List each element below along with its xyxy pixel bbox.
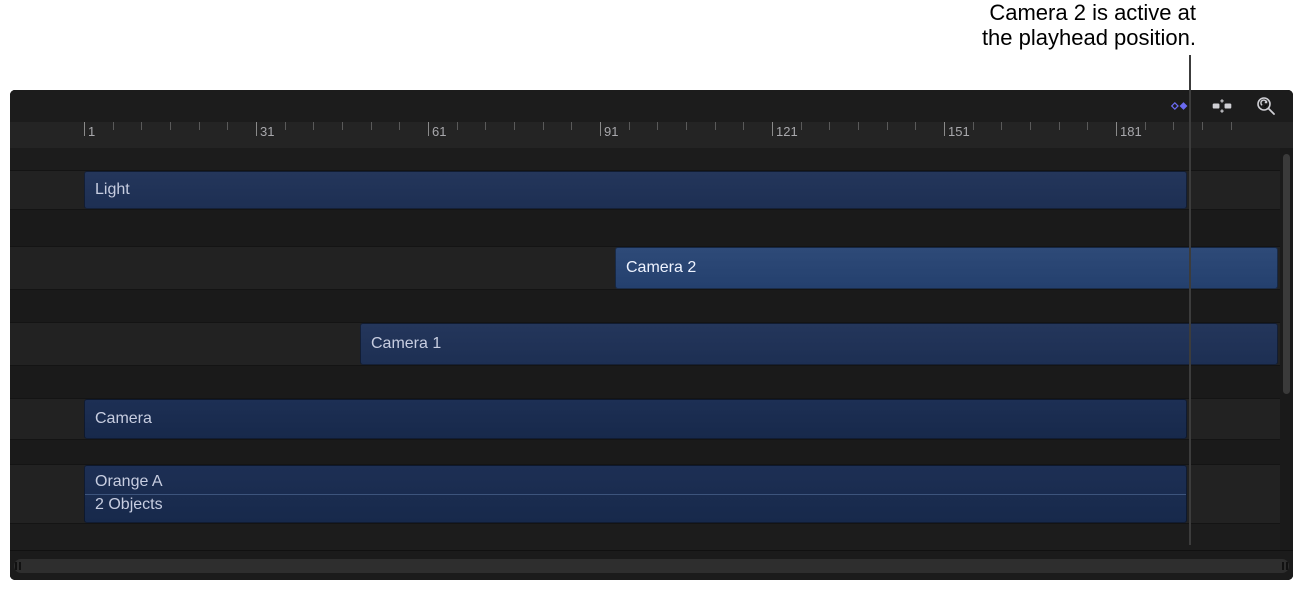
clip-label: Camera 1	[371, 335, 441, 353]
ruler-minor-tick	[113, 122, 114, 130]
ruler-major-tick	[256, 122, 257, 136]
ruler-label: 1	[88, 124, 95, 139]
ruler-label: 91	[604, 124, 618, 139]
clip-label: Camera	[95, 410, 152, 428]
horizontal-scrollbar[interactable]	[10, 550, 1293, 580]
vertical-scrollbar[interactable]	[1280, 148, 1293, 550]
ruler-minor-tick	[715, 122, 716, 130]
ruler-minor-tick	[1030, 122, 1031, 130]
ruler-minor-tick	[141, 122, 142, 130]
ruler-minor-tick	[543, 122, 544, 130]
vertical-scrollbar-thumb[interactable]	[1283, 154, 1290, 394]
ruler-minor-tick	[485, 122, 486, 130]
clip-label: Orange A	[95, 472, 1186, 492]
clip[interactable]: Light	[84, 171, 1187, 209]
clip-group[interactable]: Orange A2 Objects	[84, 465, 1187, 523]
playhead-callout-line	[1189, 55, 1191, 545]
ruler-minor-tick	[887, 122, 888, 130]
clip-divider	[85, 494, 1186, 495]
clip-label: Light	[95, 181, 130, 199]
ruler-major-tick	[600, 122, 601, 136]
ruler-minor-tick	[285, 122, 286, 130]
ruler-minor-tick	[199, 122, 200, 130]
ruler-label: 121	[776, 124, 798, 139]
ruler-minor-tick	[571, 122, 572, 130]
ruler-minor-tick	[313, 122, 314, 130]
ruler-minor-tick	[858, 122, 859, 130]
timeline-tracks-area[interactable]: Light Camera 2 Camera 1 Camera Orange A2 Obj…	[10, 148, 1280, 550]
ruler-major-tick	[772, 122, 773, 136]
horizontal-scrollbar-grip-left[interactable]	[14, 559, 22, 573]
timeline-ruler[interactable]: 1 31 61 91 121 151 181	[10, 122, 1293, 148]
ruler-minor-tick	[1145, 122, 1146, 130]
ruler-minor-tick	[371, 122, 372, 130]
horizontal-scrollbar-grip-right[interactable]	[1281, 559, 1289, 573]
ruler-minor-tick	[1173, 122, 1174, 130]
ruler-minor-tick	[514, 122, 515, 130]
ruler-minor-tick	[1059, 122, 1060, 130]
ruler-minor-tick	[743, 122, 744, 130]
clip[interactable]: Camera 2	[615, 247, 1278, 289]
clip[interactable]: Camera	[84, 399, 1187, 439]
ruler-minor-tick	[399, 122, 400, 130]
horizontal-scrollbar-track[interactable]	[14, 559, 1289, 573]
ruler-major-tick	[428, 122, 429, 136]
timeline-toolbar	[10, 90, 1293, 122]
ruler-label: 31	[260, 124, 274, 139]
ruler-minor-tick	[457, 122, 458, 130]
clip-sublabel: 2 Objects	[95, 494, 1186, 516]
ruler-major-tick	[944, 122, 945, 136]
ruler-label: 61	[432, 124, 446, 139]
ruler-label: 151	[948, 124, 970, 139]
annotation-line2: the playhead position.	[982, 25, 1196, 50]
keyframe-marker-icon[interactable]	[1167, 95, 1189, 117]
lane-gap	[10, 366, 1280, 398]
ruler-minor-tick	[973, 122, 974, 130]
zoom-tool-icon[interactable]	[1255, 95, 1277, 117]
ruler-minor-tick	[1231, 122, 1232, 130]
ruler-minor-tick	[686, 122, 687, 130]
annotation-callout-text: Camera 2 is active at the playhead posit…	[896, 0, 1196, 51]
ruler-minor-tick	[1202, 122, 1203, 130]
clip[interactable]: Camera 1	[360, 323, 1278, 365]
lane-gap	[10, 290, 1280, 322]
clip-label: Camera 2	[626, 259, 696, 277]
ruler-minor-tick	[915, 122, 916, 130]
ruler-major-tick	[1116, 122, 1117, 136]
clip-tool-icon[interactable]	[1211, 95, 1233, 117]
annotation-line1: Camera 2 is active at	[989, 0, 1196, 25]
ruler-major-tick	[84, 122, 85, 136]
ruler-minor-tick	[1001, 122, 1002, 130]
lane-gap	[10, 440, 1280, 464]
ruler-minor-tick	[801, 122, 802, 130]
lane-gap	[10, 210, 1280, 250]
ruler-minor-tick	[1087, 122, 1088, 130]
ruler-label: 181	[1120, 124, 1142, 139]
ruler-minor-tick	[227, 122, 228, 130]
ruler-minor-tick	[829, 122, 830, 130]
ruler-minor-tick	[629, 122, 630, 130]
timeline-panel: 1 31 61 91 121 151 181 Light Camera 2 Camera 1 Ca…	[10, 90, 1293, 580]
ruler-minor-tick	[170, 122, 171, 130]
ruler-minor-tick	[657, 122, 658, 130]
ruler-minor-tick	[342, 122, 343, 130]
